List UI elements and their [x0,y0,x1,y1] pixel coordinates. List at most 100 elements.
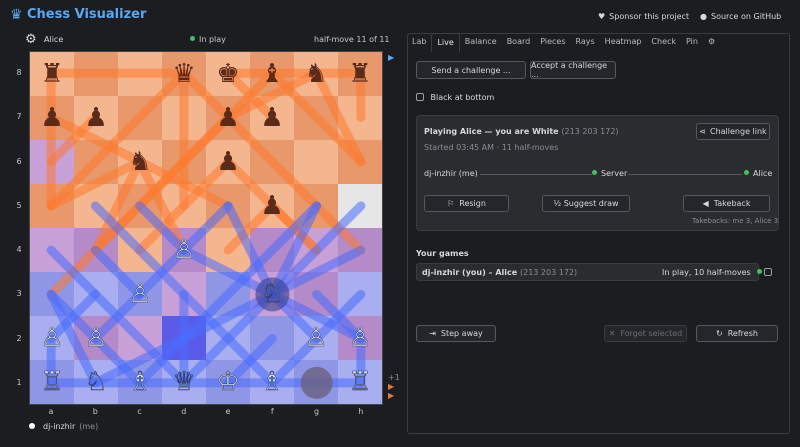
square-a3[interactable] [30,272,74,316]
tab-balance[interactable]: Balance [460,33,502,52]
square-h4[interactable] [338,228,382,272]
piece-a7[interactable]: ♟ [40,105,63,131]
square-g7[interactable] [294,96,338,140]
square-h5[interactable] [338,184,382,228]
piece-d8[interactable]: ♛ [172,61,195,87]
square-c3[interactable]: ♙ [118,272,162,316]
square-h7[interactable] [338,96,382,140]
square-e5[interactable] [206,184,250,228]
square-a4[interactable] [30,228,74,272]
resign-button[interactable]: ⚐ Resign [424,195,509,212]
piece-e6[interactable]: ♟ [216,149,239,175]
square-d4[interactable]: ♙ [162,228,206,272]
tab-heatmap[interactable]: Heatmap [600,33,647,52]
square-d8[interactable]: ♛ [162,52,206,96]
forget-selected-button[interactable]: ✕ Forget selected [604,325,687,342]
square-e7[interactable]: ♟ [206,96,250,140]
piece-e1[interactable]: ♔ [216,369,240,396]
square-h8[interactable]: ♜ [338,52,382,96]
piece-c3[interactable]: ♙ [128,281,152,308]
tab-pieces[interactable]: Pieces [535,33,570,52]
square-g5[interactable] [294,184,338,228]
square-c5[interactable] [118,184,162,228]
black-at-bottom-row[interactable]: Black at bottom [416,93,494,103]
square-h6[interactable] [338,140,382,184]
piece-a1[interactable]: ♖ [40,369,64,396]
square-c2[interactable] [118,316,162,360]
tab-settings-icon[interactable]: ⚙ [703,33,720,52]
piece-g8[interactable]: ♞ [304,61,327,87]
suggest-draw-button[interactable]: ½ Suggest draw [542,195,630,212]
accept-challenge-button[interactable]: Accept a challenge ... [530,61,616,79]
opponent-settings-icon[interactable]: ⚙ [25,32,37,47]
square-d6[interactable] [162,140,206,184]
square-b7[interactable]: ♟ [74,96,118,140]
square-c4[interactable] [118,228,162,272]
square-f8[interactable]: ♝ [250,52,294,96]
square-b6[interactable] [74,140,118,184]
square-f7[interactable]: ♟ [250,96,294,140]
piece-a2[interactable]: ♙ [40,325,64,352]
github-link[interactable]: ● Source on GitHub [700,12,781,21]
piece-b7[interactable]: ♟ [84,105,107,131]
piece-f1[interactable]: ♗ [260,369,284,396]
tab-live[interactable]: Live [431,33,460,52]
square-g4[interactable] [294,228,338,272]
tab-pin[interactable]: Pin [681,33,703,52]
piece-h1[interactable]: ♖ [348,369,372,396]
piece-g2[interactable]: ♙ [304,325,328,352]
square-e2[interactable] [206,316,250,360]
square-b1[interactable]: ♘ [74,360,118,404]
square-g6[interactable] [294,140,338,184]
piece-h2[interactable]: ♙ [348,325,372,352]
square-a8[interactable]: ♜ [30,52,74,96]
square-b3[interactable] [74,272,118,316]
square-d3[interactable] [162,272,206,316]
piece-f8[interactable]: ♝ [260,61,283,87]
square-b8[interactable] [74,52,118,96]
piece-f5[interactable]: ♟ [260,193,283,219]
piece-a8[interactable]: ♜ [40,61,63,87]
square-e3[interactable] [206,272,250,316]
square-h2[interactable]: ♙ [338,316,382,360]
sponsor-link[interactable]: ♥ Sponsor this project [598,12,689,21]
square-f1[interactable]: ♗ [250,360,294,404]
tab-board[interactable]: Board [502,33,536,52]
square-f6[interactable] [250,140,294,184]
square-g3[interactable] [294,272,338,316]
square-f3[interactable]: ♘ [250,272,294,316]
takeback-button[interactable]: ◀ Takeback [683,195,770,212]
square-d1[interactable]: ♕ [162,360,206,404]
square-a2[interactable]: ♙ [30,316,74,360]
piece-h8[interactable]: ♜ [348,61,371,87]
black-at-bottom-checkbox[interactable] [416,93,424,101]
square-c7[interactable] [118,96,162,140]
square-b4[interactable] [74,228,118,272]
square-f4[interactable] [250,228,294,272]
square-a6[interactable] [30,140,74,184]
square-c1[interactable]: ♗ [118,360,162,404]
square-e4[interactable] [206,228,250,272]
square-d2[interactable] [162,316,206,360]
game-select-checkbox[interactable] [764,268,772,276]
square-h3[interactable] [338,272,382,316]
piece-e8[interactable]: ♚ [216,61,239,87]
square-e6[interactable]: ♟ [206,140,250,184]
square-d7[interactable] [162,96,206,140]
square-a7[interactable]: ♟ [30,96,74,140]
square-a5[interactable] [30,184,74,228]
piece-b1[interactable]: ♘ [84,369,108,396]
square-f2[interactable] [250,316,294,360]
piece-c6[interactable]: ♞ [128,149,151,175]
square-h1[interactable]: ♖ [338,360,382,404]
piece-b2[interactable]: ♙ [84,325,108,352]
square-f5[interactable]: ♟ [250,184,294,228]
piece-d4[interactable]: ♙ [172,237,196,264]
step-away-button[interactable]: ⇥ Step away [416,325,496,342]
chess-board[interactable]: ♜ ♛ ♚ ♝ ♞ ♜ ♟ ♟ ♟ ♟ ♞ ♟ ♟ ♙ ♙ ♘ ♙ ♙ ♙ ♙ ♖ ♘ ♗ ♕ ♔ ♗ ♖ [29,51,383,405]
square-e8[interactable]: ♚ [206,52,250,96]
tab-rays[interactable]: Rays [570,33,599,52]
tab-check[interactable]: Check [646,33,681,52]
square-c6[interactable]: ♞ [118,140,162,184]
piece-e7[interactable]: ♟ [216,105,239,131]
